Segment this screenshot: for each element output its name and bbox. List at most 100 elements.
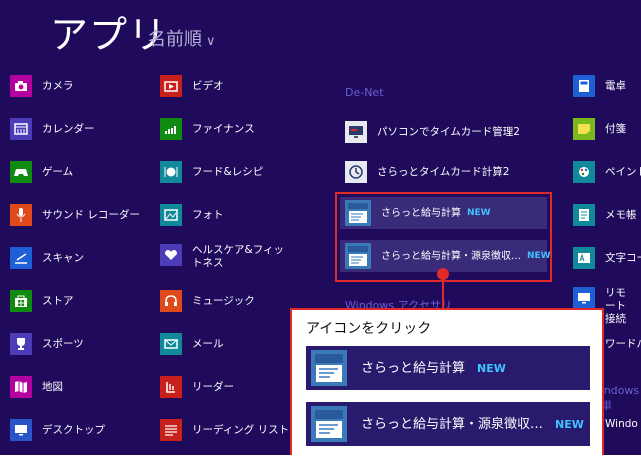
photo-icon: [160, 204, 182, 226]
app-label: さらっとタイムカード計算2: [377, 165, 510, 178]
payroll-app-icon: [345, 200, 371, 226]
camera-icon: [10, 75, 32, 97]
plate-icon: [160, 161, 182, 183]
reader-icon: [160, 376, 182, 398]
instruction-callout: アイコンをクリック さらっと給与計算 NEW さらっと給与計算・源泉徴収… NE…: [290, 308, 604, 455]
remote-desktop-icon: [573, 287, 595, 309]
paint-icon: [573, 161, 595, 183]
app-label: ゲーム: [42, 165, 74, 178]
new-badge: NEW: [527, 251, 551, 261]
store-bag-icon: [10, 290, 32, 312]
app-label: カレンダー: [42, 122, 95, 135]
app-maps[interactable]: 地図: [10, 373, 63, 401]
app-label: 文字コード: [605, 251, 641, 264]
app-label: さらっと給与計算・源泉徴収…: [381, 250, 521, 262]
app-health[interactable]: ヘルスケア&フィットネス: [160, 244, 292, 278]
envelope-icon: [160, 333, 182, 355]
app-timecard-manager[interactable]: パソコンでタイムカード管理2: [345, 118, 520, 146]
app-scan[interactable]: スキャン: [10, 244, 84, 272]
app-store[interactable]: ストア: [10, 287, 74, 315]
calculator-icon: [573, 75, 595, 97]
app-desktop[interactable]: デスクトップ: [10, 416, 105, 444]
new-badge: NEW: [477, 361, 506, 375]
app-label: パソコンでタイムカード管理2: [377, 125, 520, 138]
app-label: デスクトップ: [42, 423, 105, 436]
app-label: さらっと給与計算: [381, 207, 461, 219]
app-payroll-calc[interactable]: さらっと給与計算 NEW: [340, 197, 547, 229]
app-label: ワードパ: [605, 337, 641, 350]
character-map-icon: [573, 247, 595, 269]
new-badge: NEW: [467, 208, 491, 218]
scanner-icon: [10, 247, 32, 269]
heart-icon: [160, 244, 182, 266]
app-label: フード&レシピ: [192, 165, 264, 178]
chevron-down-icon: ∨: [206, 34, 216, 49]
video-icon: [160, 75, 182, 97]
app-video[interactable]: ビデオ: [160, 72, 224, 100]
app-calendar[interactable]: カレンダー: [10, 115, 95, 143]
app-paint[interactable]: ペイント: [573, 158, 641, 186]
app-games[interactable]: ゲーム: [10, 158, 73, 186]
withholding-app-icon: [345, 243, 371, 269]
timecard-pc-icon: [345, 121, 367, 143]
calendar-icon: [10, 118, 32, 140]
app-sticky-notes[interactable]: 付箋: [573, 115, 626, 143]
app-character-map[interactable]: 文字コード: [573, 244, 641, 272]
callout-connector-line: [442, 272, 444, 308]
clock-icon: [345, 161, 367, 183]
app-label: Windo: [605, 417, 638, 430]
app-label: ペイント: [605, 165, 641, 178]
app-calculator[interactable]: 電卓: [573, 72, 626, 100]
app-notepad[interactable]: メモ帳: [573, 201, 637, 229]
start-apps-screen: アプリ 名前順 ∨ カメラ カレンダー ゲーム サウンド レコーダー スキャン ス…: [0, 0, 641, 455]
app-label: サウンド レコーダー: [42, 208, 140, 221]
desktop-icon: [10, 419, 32, 441]
new-badge: NEW: [555, 417, 584, 431]
withholding-app-icon: [311, 406, 347, 442]
app-label: スポーツ: [42, 337, 84, 350]
app-mail[interactable]: メール: [160, 330, 224, 358]
app-label: 電卓: [605, 79, 626, 92]
app-label: ヘルスケア&フィットネス: [192, 244, 284, 269]
bottom-strip: [0, 455, 641, 463]
app-photos[interactable]: フォト: [160, 201, 224, 229]
app-label: さらっと給与計算・源泉徴収…: [361, 416, 544, 432]
app-sound-recorder[interactable]: サウンド レコーダー: [10, 201, 140, 229]
gamepad-icon: [10, 161, 32, 183]
app-label: 地図: [42, 380, 63, 393]
group-header-denet: De-Net: [345, 86, 384, 99]
app-label: フォト: [192, 208, 224, 221]
app-reading-list[interactable]: リーディング リスト: [160, 416, 289, 444]
callout-payroll-withholding[interactable]: さらっと給与計算・源泉徴収… NEW: [306, 402, 590, 446]
sticky-note-icon: [573, 118, 595, 140]
app-reader[interactable]: リーダー: [160, 373, 234, 401]
sort-label: 名前順: [148, 29, 202, 50]
app-label: 付箋: [605, 122, 626, 135]
app-label: ストア: [42, 294, 74, 307]
app-label: リーダー: [192, 380, 234, 393]
app-food[interactable]: フード&レシピ: [160, 158, 263, 186]
app-camera[interactable]: カメラ: [10, 72, 74, 100]
app-label: ミュージック: [192, 294, 255, 307]
trophy-icon: [10, 333, 32, 355]
app-label: リーディング リスト: [192, 423, 290, 436]
callout-title: アイコンをクリック: [306, 321, 432, 337]
microphone-icon: [10, 204, 32, 226]
callout-payroll-calc[interactable]: さらっと給与計算 NEW: [306, 346, 590, 390]
app-finance[interactable]: ファイナンス: [160, 115, 255, 143]
app-label: メモ帳: [605, 208, 637, 221]
payroll-app-icon: [311, 350, 347, 386]
notepad-icon: [573, 204, 595, 226]
app-label: リモート接続: [605, 287, 626, 325]
finance-chart-icon: [160, 118, 182, 140]
app-timecard-calc[interactable]: さらっとタイムカード計算2: [345, 158, 509, 186]
app-label: スキャン: [42, 251, 84, 264]
app-sports[interactable]: スポーツ: [10, 330, 84, 358]
sort-dropdown[interactable]: 名前順 ∨: [148, 25, 216, 51]
app-label: さらっと給与計算: [361, 360, 466, 376]
app-music[interactable]: ミュージック: [160, 287, 255, 315]
app-label: メール: [192, 337, 224, 350]
app-label: カメラ: [42, 79, 74, 92]
list-icon: [160, 419, 182, 441]
app-label: ファイナンス: [192, 122, 255, 135]
